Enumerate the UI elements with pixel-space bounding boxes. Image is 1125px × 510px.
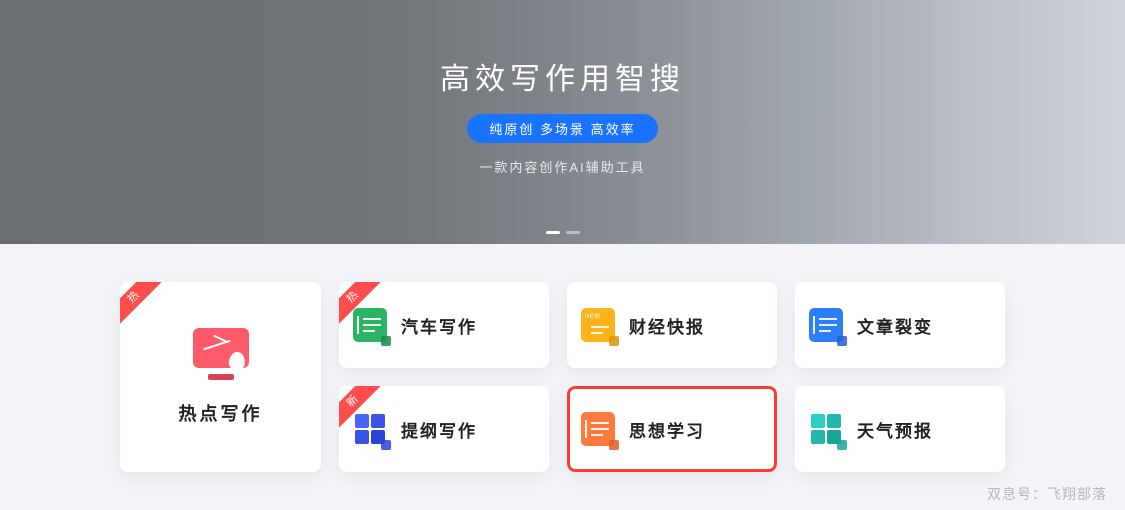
pager-dot[interactable] [546,231,560,234]
card-outline-writing[interactable]: 新 提纲写作 [339,386,549,472]
tile-columns: 热 汽车写作 NEW 财经快报 [339,282,1005,472]
trending-monitor-icon [193,328,249,380]
card-label: 财经快报 [629,313,705,338]
card-label: 文章裂变 [857,313,933,338]
carousel-pager[interactable] [546,231,580,234]
book-icon [353,308,387,342]
ribbon-hot: 热 [120,282,163,326]
hero-subtitle: 一款内容创作AI辅助工具 [479,157,645,176]
book-icon [581,412,615,446]
card-article-fission[interactable]: 文章裂变 [795,282,1005,368]
grid-icon [353,412,387,446]
feature-card-hot-topics[interactable]: 热 热点写作 [120,282,321,472]
card-weather-forecast[interactable]: 天气预报 [795,386,1005,472]
pager-dot[interactable] [566,231,580,234]
grid-icon [809,412,843,446]
feature-label: 热点写作 [179,400,263,426]
category-grid: 热 热点写作 热 汽车写作 NEW [0,244,1125,472]
tile-row: 热 汽车写作 NEW 财经快报 [339,282,1005,368]
news-icon: NEW [581,308,615,342]
card-finance-news[interactable]: NEW 财经快报 [567,282,777,368]
hero-pill: 纯原创 多场景 高效率 [467,114,657,143]
doc-icon [809,308,843,342]
hero-title: 高效写作用智搜 [440,54,685,98]
watermark: 双息号：飞翔部落 [987,484,1107,504]
hero-banner: 高效写作用智搜 纯原创 多场景 高效率 一款内容创作AI辅助工具 [0,0,1125,244]
card-label: 思想学习 [629,417,705,442]
card-thought-study[interactable]: 思想学习 [567,386,777,472]
card-label: 汽车写作 [401,313,477,338]
card-label: 提纲写作 [401,417,477,442]
card-label: 天气预报 [857,417,933,442]
card-auto-writing[interactable]: 热 汽车写作 [339,282,549,368]
tile-row: 新 提纲写作 思想学习 [339,386,1005,472]
